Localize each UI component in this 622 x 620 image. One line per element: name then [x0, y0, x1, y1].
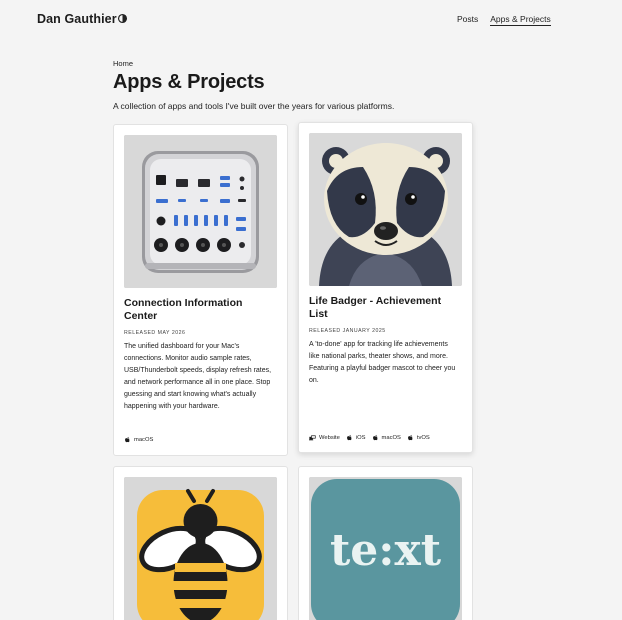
text-app-icon-image: te:xt: [309, 477, 462, 620]
platform-macos[interactable]: macOS: [124, 436, 153, 443]
platform-label: iOS: [355, 434, 366, 441]
platform-list: Website iOS macOS tvOS: [309, 434, 430, 441]
site-header: Dan Gauthier Posts Apps & Projects: [0, 0, 622, 40]
badger-mascot-image: [309, 133, 462, 286]
nav-posts[interactable]: Posts: [457, 14, 478, 26]
platform-label: macOS: [381, 434, 401, 441]
app-description: The unified dashboard for your Mac's con…: [124, 343, 272, 410]
platform-ios[interactable]: iOS: [346, 434, 366, 441]
apple-icon: [346, 434, 352, 441]
platform-macos[interactable]: macOS: [372, 434, 401, 441]
platform-list: macOS: [124, 436, 153, 443]
app-card-bee[interactable]: [113, 466, 288, 620]
platform-website[interactable]: Website: [309, 434, 340, 441]
apple-icon: [407, 434, 413, 441]
app-card-connection-information-center[interactable]: Connection Information Center Released M…: [113, 124, 288, 456]
apple-icon: [372, 434, 378, 441]
main-nav: Posts Apps & Projects: [457, 14, 551, 26]
site-title[interactable]: Dan Gauthier: [37, 12, 117, 26]
page-title: Apps & Projects: [113, 71, 265, 93]
half-moon-icon[interactable]: [117, 13, 128, 24]
platform-label: Website: [319, 434, 340, 441]
bee-app-icon-image: [124, 477, 277, 620]
app-card-text[interactable]: te:xt: [298, 466, 473, 620]
platform-label: macOS: [134, 436, 154, 443]
release-date: Released January 2025: [309, 328, 386, 334]
apple-icon: [125, 436, 130, 443]
nav-apps-projects[interactable]: Apps & Projects: [490, 14, 551, 26]
breadcrumb-home[interactable]: Home: [113, 59, 133, 68]
app-title[interactable]: Life Badger - Achievement List: [309, 295, 459, 321]
mac-connection-ports-image: [124, 135, 277, 288]
app-title[interactable]: Connection Information Center: [124, 297, 274, 323]
platform-label: tvOS: [416, 434, 430, 441]
release-date: Released May 2026: [124, 330, 186, 336]
page-description: A collection of apps and tools I've buil…: [113, 101, 395, 111]
text-logo: te:xt: [330, 525, 442, 576]
platform-tvos[interactable]: tvOS: [407, 434, 430, 441]
website-icon: [309, 435, 316, 441]
app-card-life-badger[interactable]: Life Badger - Achievement List Released …: [298, 122, 473, 453]
app-description: A 'to-done' app for tracking life achiev…: [309, 341, 456, 384]
